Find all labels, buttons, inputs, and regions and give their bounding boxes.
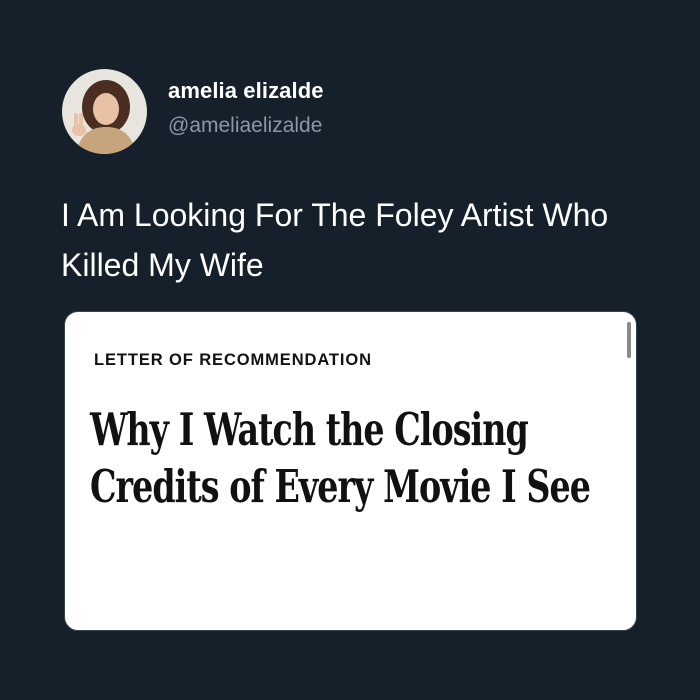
tweet-text: I Am Looking For The Foley Artist Who Ki… — [61, 197, 609, 283]
scrollbar — [627, 322, 631, 358]
user-handle[interactable]: @ameliaelizalde — [168, 114, 322, 138]
article-headline: Why I Watch the Closing Credits of Every… — [90, 403, 591, 513]
article-screenshot-card[interactable]: LETTER OF RECOMMENDATION Why I Watch the… — [64, 311, 637, 631]
avatar-photo-icon — [62, 69, 147, 154]
article-kicker: LETTER OF RECOMMENDATION — [94, 351, 372, 369]
profile-avatar[interactable] — [62, 69, 147, 154]
display-name[interactable]: amelia elizalde — [168, 78, 324, 104]
